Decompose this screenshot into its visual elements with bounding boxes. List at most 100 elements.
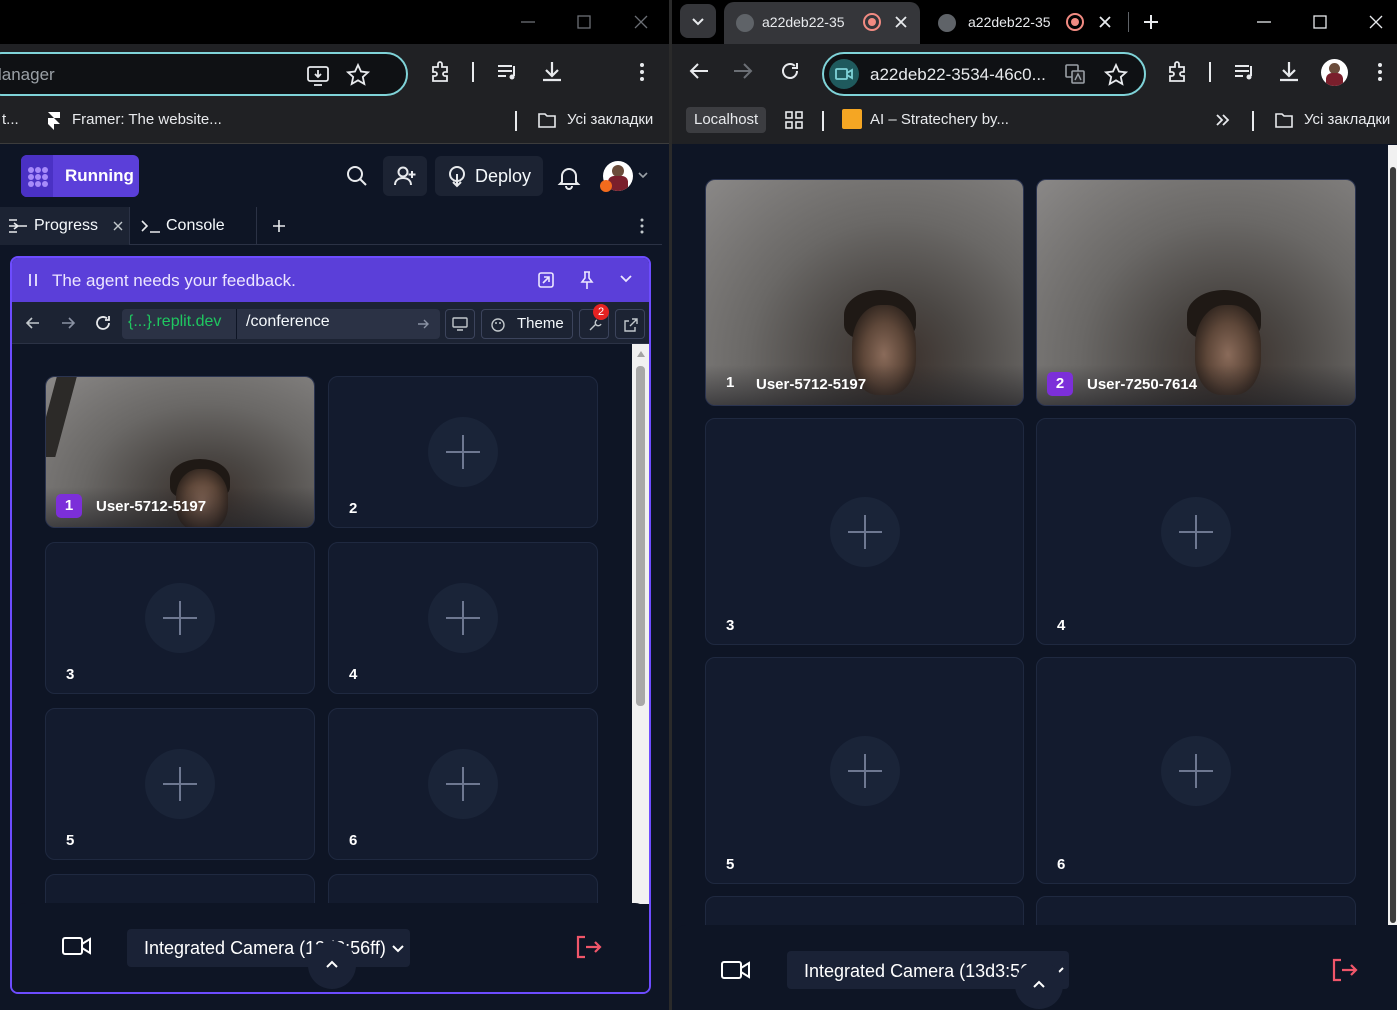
more-menu-icon[interactable] bbox=[628, 58, 656, 86]
reload-icon[interactable] bbox=[93, 313, 113, 333]
empty-slot-tile[interactable] bbox=[328, 874, 598, 904]
star-icon[interactable] bbox=[344, 61, 372, 89]
all-bookmarks-link[interactable]: Усі закладки bbox=[567, 111, 653, 128]
empty-slot-tile[interactable]: 6 bbox=[1036, 657, 1356, 884]
browser-tab[interactable]: a22deb22-35 bbox=[928, 2, 1118, 44]
tab-console[interactable]: Console bbox=[131, 207, 257, 245]
more-bookmarks-icon[interactable] bbox=[1215, 112, 1231, 128]
omnibox[interactable]: lanager bbox=[0, 52, 408, 96]
empty-slot-tile[interactable]: 3 bbox=[45, 542, 315, 694]
video-tile[interactable]: 1 User-5712-5197 bbox=[705, 179, 1024, 406]
close-icon[interactable] bbox=[629, 10, 653, 34]
scrollbar-thumb[interactable] bbox=[636, 366, 645, 706]
url-field[interactable]: {...}.replit.dev /conference bbox=[122, 309, 440, 339]
install-app-icon[interactable] bbox=[304, 61, 332, 89]
empty-slot-tile[interactable]: 5 bbox=[45, 708, 315, 860]
media-control-icon[interactable] bbox=[1231, 58, 1259, 86]
apps-grid-icon[interactable] bbox=[784, 110, 804, 130]
video-camera-icon[interactable] bbox=[721, 959, 751, 981]
add-participant-icon[interactable] bbox=[428, 417, 498, 487]
search-icon[interactable] bbox=[344, 163, 370, 189]
more-menu-icon[interactable] bbox=[1366, 58, 1394, 86]
add-participant-icon[interactable] bbox=[1161, 496, 1231, 567]
camera-select[interactable]: Integrated Camera (13d3:56ff) bbox=[127, 929, 410, 967]
invite-button[interactable] bbox=[383, 156, 427, 196]
empty-slot-tile[interactable]: 4 bbox=[328, 542, 598, 694]
browser-tab-active[interactable]: a22deb22-35 bbox=[724, 2, 920, 44]
profile-avatar[interactable] bbox=[1321, 59, 1348, 86]
minimize-icon[interactable] bbox=[1252, 10, 1276, 34]
download-icon[interactable] bbox=[1275, 58, 1303, 86]
running-button[interactable]: Running bbox=[21, 155, 139, 197]
empty-slot-tile[interactable]: 6 bbox=[328, 708, 598, 860]
extensions-icon[interactable] bbox=[427, 58, 455, 86]
omnibox[interactable]: a22deb22-3534-46c0... bbox=[822, 52, 1146, 96]
back-arrow-icon[interactable] bbox=[688, 61, 710, 81]
empty-slot-tile[interactable] bbox=[705, 896, 1024, 925]
tab-search-button[interactable] bbox=[680, 4, 716, 38]
add-tab-icon[interactable] bbox=[270, 217, 288, 235]
device-preview-button[interactable] bbox=[445, 309, 475, 339]
extensions-icon[interactable] bbox=[1164, 58, 1192, 86]
scrollbar[interactable] bbox=[1388, 145, 1397, 925]
add-participant-icon[interactable] bbox=[1161, 735, 1231, 806]
add-participant-icon[interactable] bbox=[428, 749, 498, 819]
scroll-up-arrow-icon[interactable] bbox=[636, 350, 646, 358]
maximize-icon[interactable] bbox=[1308, 10, 1332, 34]
add-participant-icon[interactable] bbox=[145, 583, 215, 653]
empty-slot-tile[interactable]: 3 bbox=[705, 418, 1024, 645]
devtools-button[interactable]: 2 bbox=[579, 304, 609, 339]
open-new-tab-button[interactable] bbox=[615, 309, 645, 339]
go-arrow-icon[interactable] bbox=[416, 317, 430, 331]
empty-slot-tile[interactable]: 5 bbox=[705, 657, 1024, 884]
scrollbar[interactable] bbox=[632, 344, 649, 904]
close-tab-icon[interactable] bbox=[894, 15, 908, 29]
translate-icon[interactable] bbox=[1064, 63, 1086, 85]
add-participant-icon[interactable] bbox=[829, 735, 900, 806]
media-control-icon[interactable] bbox=[494, 58, 522, 86]
chevron-down-icon[interactable] bbox=[637, 170, 649, 180]
bookmark-localhost[interactable]: Localhost bbox=[686, 107, 767, 133]
deploy-button[interactable]: Deploy bbox=[435, 156, 543, 196]
reload-icon[interactable] bbox=[779, 60, 801, 82]
scroll-to-top-button[interactable] bbox=[308, 941, 356, 989]
add-participant-icon[interactable] bbox=[428, 583, 498, 653]
add-participant-icon[interactable] bbox=[145, 749, 215, 819]
back-arrow-icon[interactable] bbox=[24, 314, 42, 332]
theme-button[interactable]: Theme bbox=[481, 309, 573, 339]
video-tile[interactable]: 1 User-5712-5197 bbox=[45, 376, 315, 528]
leave-call-icon[interactable] bbox=[574, 934, 602, 960]
empty-slot-tile[interactable]: 4 bbox=[1036, 418, 1356, 645]
empty-slot-tile[interactable]: 2 bbox=[328, 376, 598, 528]
star-icon[interactable] bbox=[1102, 61, 1130, 89]
forward-arrow-icon[interactable] bbox=[59, 314, 77, 332]
add-participant-icon[interactable] bbox=[829, 496, 900, 567]
site-info-button[interactable] bbox=[829, 59, 859, 89]
tab-options-icon[interactable] bbox=[633, 217, 651, 235]
close-tab-icon[interactable] bbox=[1098, 15, 1112, 29]
video-tile[interactable]: 2 User-7250-7614 bbox=[1036, 179, 1356, 406]
open-external-icon[interactable] bbox=[537, 271, 555, 289]
new-tab-icon[interactable] bbox=[1141, 12, 1161, 32]
pin-icon[interactable] bbox=[578, 270, 596, 290]
scroll-to-top-button[interactable] bbox=[1015, 961, 1063, 1009]
notifications-bell-icon[interactable] bbox=[556, 164, 582, 190]
close-icon[interactable] bbox=[1364, 10, 1388, 34]
bookmark-item[interactable]: Framer: The website... bbox=[72, 111, 222, 128]
collapse-chevron-icon[interactable] bbox=[619, 274, 633, 284]
theme-label: Theme bbox=[517, 315, 564, 332]
maximize-icon[interactable] bbox=[572, 10, 596, 34]
close-tab-icon[interactable] bbox=[112, 220, 124, 232]
minimize-icon[interactable] bbox=[516, 10, 540, 34]
empty-slot-tile[interactable] bbox=[45, 874, 315, 904]
forward-arrow-icon[interactable] bbox=[732, 61, 754, 81]
bookmark-item[interactable]: AI – Stratechery by... bbox=[870, 111, 1009, 128]
scrollbar-thumb[interactable] bbox=[1390, 167, 1396, 923]
download-icon[interactable] bbox=[538, 58, 566, 86]
empty-slot-tile[interactable] bbox=[1036, 896, 1356, 925]
tab-progress[interactable]: Progress bbox=[0, 207, 130, 245]
bookmark-item[interactable]: t... bbox=[2, 111, 19, 128]
all-bookmarks-link[interactable]: Усі закладки bbox=[1304, 111, 1390, 128]
video-camera-icon[interactable] bbox=[62, 935, 92, 957]
leave-call-icon[interactable] bbox=[1330, 957, 1358, 983]
